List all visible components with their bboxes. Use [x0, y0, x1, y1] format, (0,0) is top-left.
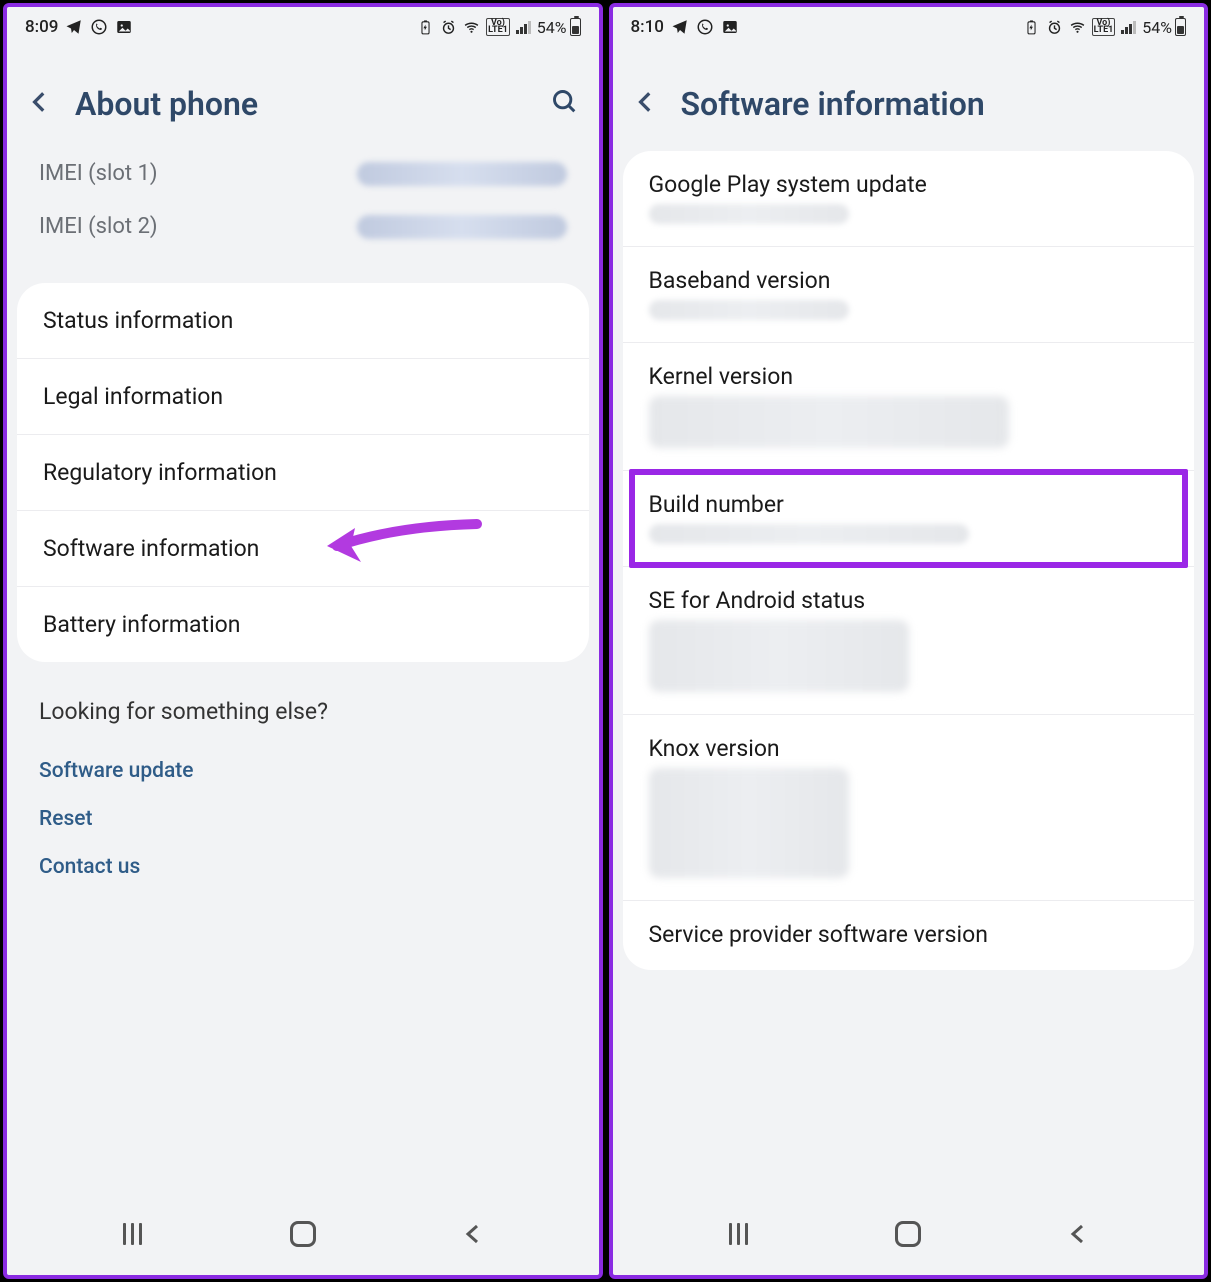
imei-slot1-row[interactable]: IMEI (slot 1) [39, 147, 567, 200]
item-value-redacted [649, 768, 849, 878]
software-info-card: Google Play system update Baseband versi… [623, 151, 1195, 970]
back-button[interactable] [27, 89, 53, 119]
right-screenshot: 8:10 Vo)LTE1 54% Software information Go… [609, 3, 1209, 1279]
item-label: SE for Android status [649, 587, 1169, 614]
page-title: About phone [75, 85, 529, 123]
whatsapp-icon [90, 18, 108, 36]
item-value-redacted [649, 524, 969, 544]
signal-icon [1121, 20, 1136, 34]
clock: 8:10 [631, 17, 664, 37]
annotation-highlight-box [629, 469, 1189, 568]
nav-bar [613, 1195, 1205, 1275]
list-item-build-number[interactable]: Build number [623, 471, 1195, 567]
about-list-card: Status information Legal information Reg… [17, 283, 589, 662]
volte-icon: Vo)LTE1 [1092, 18, 1116, 36]
battery-indicator: 54% [537, 18, 581, 37]
whatsapp-icon [696, 18, 714, 36]
wifi-icon [463, 19, 480, 36]
list-item-software-information[interactable]: Software information [17, 511, 589, 587]
signal-icon [516, 20, 531, 34]
item-value-redacted [649, 300, 849, 320]
list-item-kernel-version[interactable]: Kernel version [623, 343, 1195, 471]
item-label: Kernel version [649, 363, 1169, 390]
list-item-battery-information[interactable]: Battery information [17, 587, 589, 662]
alarm-icon [1046, 19, 1063, 36]
nav-home-button[interactable] [290, 1221, 316, 1247]
nav-recents-button[interactable] [118, 1219, 148, 1249]
item-value-redacted [649, 620, 909, 692]
left-screenshot: 8:09 Vo)LTE1 54% About phone IMEI (s [3, 3, 603, 1279]
item-label: Build number [649, 491, 1169, 518]
imei-slot2-row[interactable]: IMEI (slot 2) [39, 200, 567, 253]
header: About phone [7, 43, 599, 147]
page-title: Software information [681, 85, 1185, 123]
volte-icon: Vo)LTE1 [486, 18, 510, 36]
imei-slot1-value-redacted [357, 162, 567, 186]
telegram-icon [65, 18, 83, 36]
item-label: Knox version [649, 735, 1169, 762]
nav-home-button[interactable] [895, 1221, 921, 1247]
looking-heading: Looking for something else? [39, 698, 567, 725]
nav-back-button[interactable] [458, 1219, 488, 1249]
image-icon [115, 18, 133, 36]
annotation-arrow [317, 516, 487, 582]
looking-for-section: Looking for something else? Software upd… [7, 670, 599, 911]
list-item-regulatory-information[interactable]: Regulatory information [17, 435, 589, 511]
link-reset[interactable]: Reset [39, 795, 567, 843]
search-button[interactable] [551, 88, 579, 120]
list-item-legal-information[interactable]: Legal information [17, 359, 589, 435]
status-bar: 8:10 Vo)LTE1 54% [613, 7, 1205, 43]
nav-bar [7, 1195, 599, 1275]
imei-slot1-label: IMEI (slot 1) [39, 161, 158, 186]
item-value-redacted [649, 204, 849, 224]
battery-saver-icon [1023, 19, 1040, 36]
alarm-icon [440, 19, 457, 36]
list-item-se-android-status[interactable]: SE for Android status [623, 567, 1195, 715]
imei-slot2-label: IMEI (slot 2) [39, 214, 158, 239]
list-item-google-play-update[interactable]: Google Play system update [623, 151, 1195, 247]
link-contact-us[interactable]: Contact us [39, 843, 567, 891]
status-bar: 8:09 Vo)LTE1 54% [7, 7, 599, 43]
nav-back-button[interactable] [1063, 1219, 1093, 1249]
back-button[interactable] [633, 89, 659, 119]
image-icon [721, 18, 739, 36]
imei-section: IMEI (slot 1) IMEI (slot 2) [7, 147, 599, 275]
item-label: Service provider software version [649, 921, 1169, 948]
wifi-icon [1069, 19, 1086, 36]
software-information-label: Software information [43, 535, 259, 562]
link-software-update[interactable]: Software update [39, 747, 567, 795]
list-item-baseband-version[interactable]: Baseband version [623, 247, 1195, 343]
imei-slot2-value-redacted [357, 215, 567, 239]
battery-indicator: 54% [1142, 18, 1186, 37]
battery-saver-icon [417, 19, 434, 36]
list-item-service-provider-version[interactable]: Service provider software version [623, 901, 1195, 970]
clock: 8:09 [25, 17, 58, 37]
telegram-icon [671, 18, 689, 36]
list-item-knox-version[interactable]: Knox version [623, 715, 1195, 901]
header: Software information [613, 43, 1205, 147]
nav-recents-button[interactable] [723, 1219, 753, 1249]
item-value-redacted [649, 396, 1009, 448]
item-label: Baseband version [649, 267, 1169, 294]
list-item-status-information[interactable]: Status information [17, 283, 589, 359]
item-label: Google Play system update [649, 171, 1169, 198]
